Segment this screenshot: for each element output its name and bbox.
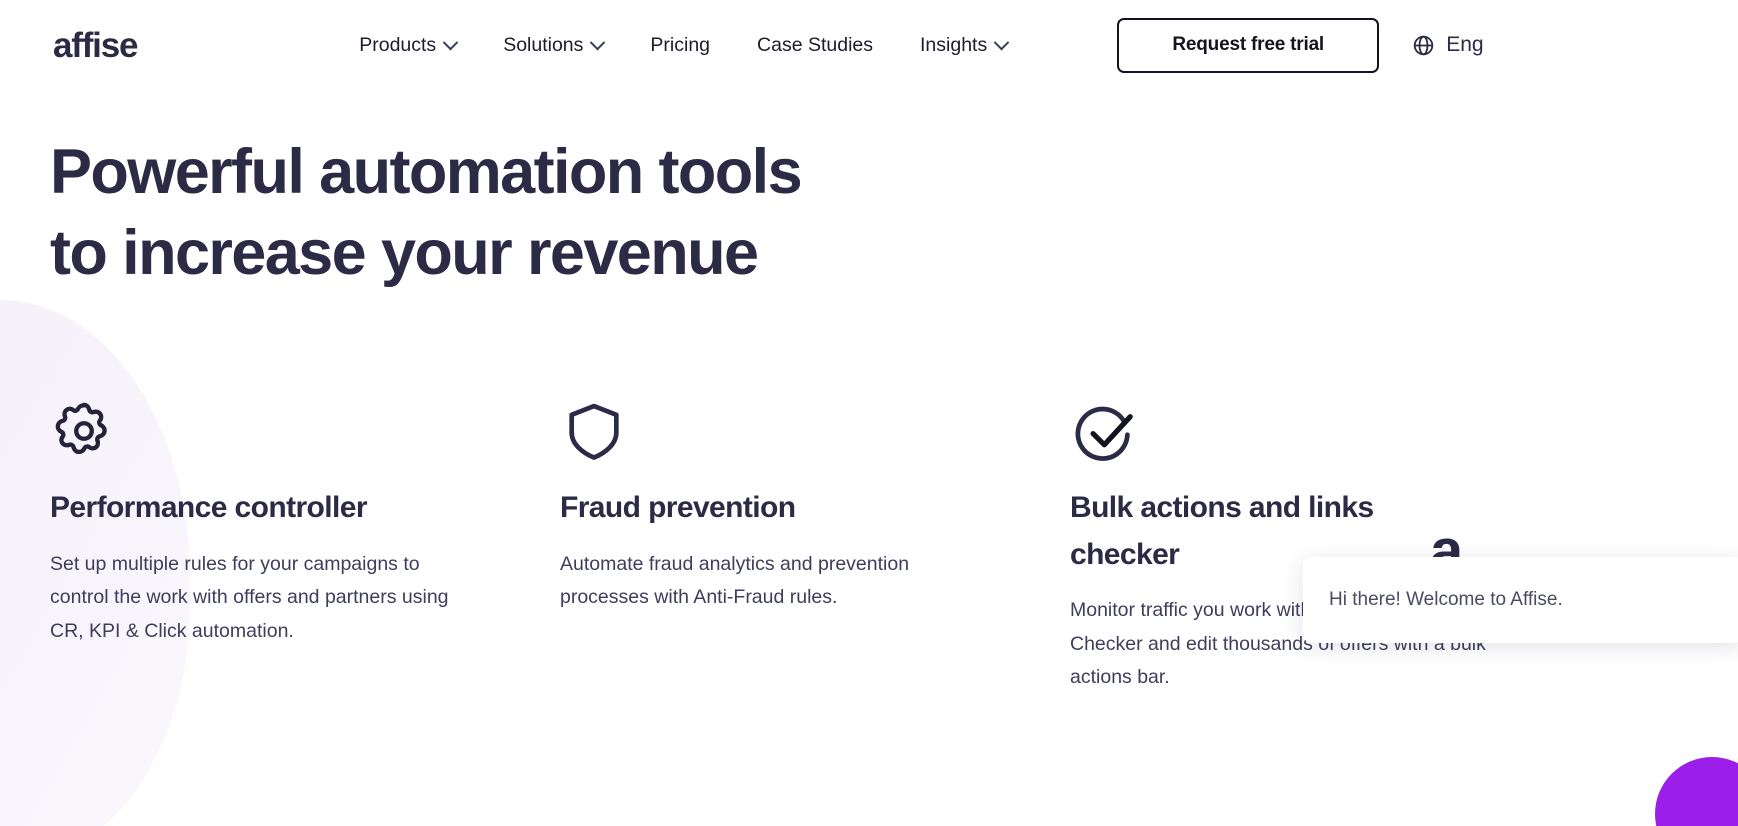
nav-item-insights[interactable]: Insights <box>920 33 1010 57</box>
nav-item-case-studies[interactable]: Case Studies <box>757 34 873 57</box>
check-circle-icon <box>1075 406 1133 462</box>
hero-line-1: Powerful automation tools <box>50 137 803 207</box>
chat-launcher-button[interactable] <box>1655 757 1738 826</box>
nav-label-case-studies: Case Studies <box>757 33 873 56</box>
page-title: Powerful automation tools to increase yo… <box>50 132 1738 293</box>
feature-title: Fraud prevention <box>560 491 796 525</box>
hero-section: Powerful automation tools to increase yo… <box>0 90 1738 293</box>
language-label: Eng <box>1446 33 1484 56</box>
chevron-down-icon <box>993 34 1010 50</box>
nav-item-products[interactable]: Products <box>359 33 459 57</box>
chat-greeting-card[interactable]: Hi there! Welcome to Affise. <box>1303 557 1738 643</box>
feature-bulk-actions-links-checker: Bulk actions and links checker Monitor t… <box>1070 397 1580 695</box>
chevron-down-icon <box>442 34 459 50</box>
nav-label-pricing: Pricing <box>650 33 711 56</box>
hero-line-2: to increase your revenue <box>50 217 759 288</box>
nav-label-products: Products <box>359 33 437 56</box>
chevron-down-icon <box>590 34 606 50</box>
feature-icon-wrap <box>50 397 560 485</box>
feature-icon-wrap <box>560 397 1070 485</box>
main-navigation: Products Solutions Pricing Case Studies … <box>359 33 1010 57</box>
feature-performance-controller: Performance controller Set up multiple r… <box>50 397 560 695</box>
affise-logo[interactable]: affise <box>53 25 138 65</box>
shield-icon <box>569 403 619 461</box>
feature-icon-wrap <box>1070 397 1580 485</box>
nav-item-pricing[interactable]: Pricing <box>650 34 710 57</box>
globe-icon <box>1413 35 1434 55</box>
site-header: affise Products Solutions Pricing Case S… <box>0 0 1738 90</box>
language-selector[interactable]: Eng <box>1412 33 1484 57</box>
feature-title: Performance controller <box>50 491 368 525</box>
chat-greeting-message: Hi there! Welcome to Affise. <box>1329 589 1563 610</box>
request-free-trial-button[interactable]: Request free trial <box>1117 17 1380 73</box>
feature-description: Automate fraud analytics and prevention … <box>560 552 910 609</box>
logo-text: affise <box>53 25 138 65</box>
nav-item-solutions[interactable]: Solutions <box>503 33 606 57</box>
gear-icon <box>55 403 107 455</box>
nav-label-insights: Insights <box>920 33 988 56</box>
nav-label-solutions: Solutions <box>503 33 584 56</box>
feature-fraud-prevention: Fraud prevention Automate fraud analytic… <box>560 397 1070 695</box>
feature-description: Set up multiple rules for your campaigns… <box>50 552 449 642</box>
